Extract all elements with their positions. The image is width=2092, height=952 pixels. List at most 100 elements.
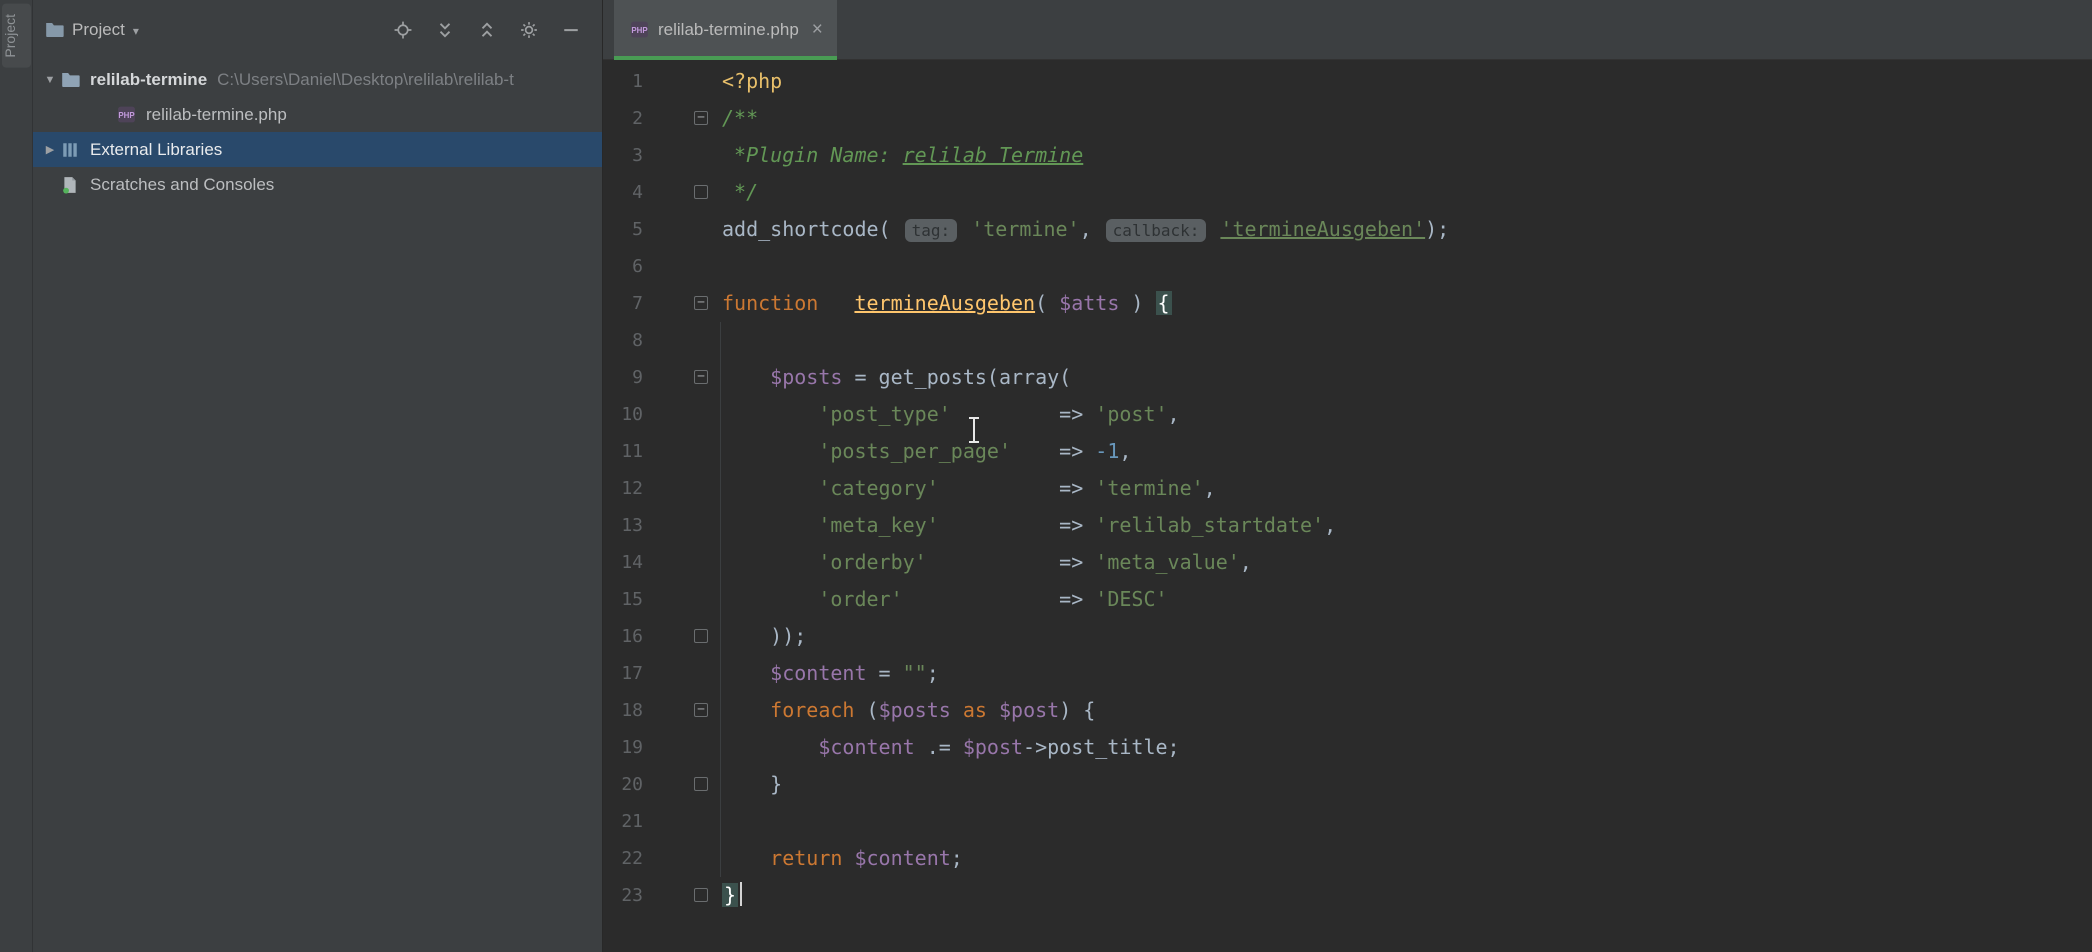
code-line-9[interactable]: 9− $posts = get_posts(array(	[603, 359, 2092, 396]
gutter[interactable]: 17	[603, 655, 714, 692]
code-line-14[interactable]: 14 'orderby' => 'meta_value',	[603, 544, 2092, 581]
code-line-6[interactable]: 6	[603, 248, 2092, 285]
gutter[interactable]: 8	[603, 322, 714, 359]
project-tool-window-tab[interactable]: Project	[2, 4, 31, 68]
code-line-2[interactable]: 2−/**	[603, 100, 2092, 137]
line-number: 8	[632, 322, 643, 359]
chevron-down-icon[interactable]: ▾	[133, 22, 139, 38]
tree-item-relilab-termine[interactable]: ▼relilab-termineC:\Users\Daniel\Desktop\…	[33, 62, 602, 97]
gutter[interactable]: 15	[603, 581, 714, 618]
gutter[interactable]: 19	[603, 729, 714, 766]
collapse-all-icon[interactable]	[478, 21, 496, 39]
gutter[interactable]: 1	[603, 63, 714, 100]
editor-tab-bar: PHPrelilab-termine.php×	[603, 0, 2092, 60]
gutter[interactable]: 12	[603, 470, 714, 507]
fold-start-icon[interactable]: −	[694, 296, 708, 310]
line-number: 5	[632, 211, 643, 248]
code-text: $content = "";	[714, 655, 939, 692]
fold-start-icon[interactable]: −	[694, 703, 708, 717]
code-line-16[interactable]: 16 ));	[603, 618, 2092, 655]
line-number: 9	[632, 359, 643, 396]
gutter[interactable]: 7−	[603, 285, 714, 322]
code-line-1[interactable]: 1<?php	[603, 63, 2092, 100]
code-line-4[interactable]: 4 */	[603, 174, 2092, 211]
line-number: 18	[621, 692, 643, 729]
gutter[interactable]: 14	[603, 544, 714, 581]
code-line-7[interactable]: 7−function termineAusgeben( $atts ) {	[603, 285, 2092, 322]
gutter[interactable]: 3	[603, 137, 714, 174]
tree-expand-arrow-icon[interactable]: ▼	[39, 74, 61, 86]
fold-end-icon[interactable]	[694, 888, 708, 902]
settings-gear-icon[interactable]	[520, 21, 538, 39]
code-line-23[interactable]: 23}	[603, 877, 2092, 914]
gutter[interactable]: 22	[603, 840, 714, 877]
project-panel-title[interactable]: Project	[72, 20, 125, 40]
code-line-17[interactable]: 17 $content = "";	[603, 655, 2092, 692]
line-number: 2	[632, 100, 643, 137]
locate-icon[interactable]	[394, 21, 412, 39]
gutter[interactable]: 13	[603, 507, 714, 544]
code-line-20[interactable]: 20 }	[603, 766, 2092, 803]
code-text: add_shortcode( tag: 'termine', callback:…	[714, 211, 1449, 248]
code-line-19[interactable]: 19 $content .= $post->post_title;	[603, 729, 2092, 766]
tree-expand-arrow-icon[interactable]: ▶	[39, 143, 61, 156]
code-line-8[interactable]: 8	[603, 322, 2092, 359]
tree-item-external-libraries[interactable]: ▶ External Libraries	[33, 132, 602, 167]
gutter[interactable]: 10	[603, 396, 714, 433]
code-line-21[interactable]: 21	[603, 803, 2092, 840]
code-line-18[interactable]: 18 − foreach ($posts as $post) {	[603, 692, 2092, 729]
code-line-12[interactable]: 12 'category' => 'termine',	[603, 470, 2092, 507]
ide-window: Project Project ▾ ▼relilab-termineC:\Use…	[0, 0, 2092, 952]
code-line-3[interactable]: 3 *Plugin Name: relilab Termine	[603, 137, 2092, 174]
tree-item-label: External Libraries	[90, 140, 222, 160]
line-number: 19	[621, 729, 643, 766]
tree-item-label: relilab-termine.php	[146, 105, 287, 125]
gutter[interactable]: 11	[603, 433, 714, 470]
code-text: 'orderby' => 'meta_value',	[714, 544, 1252, 581]
code-line-22[interactable]: 22 return $content;	[603, 840, 2092, 877]
gutter[interactable]: 2−	[603, 100, 714, 137]
tree-item-path: C:\Users\Daniel\Desktop\relilab\relilab-…	[217, 70, 514, 90]
code-text: ));	[714, 618, 806, 655]
fold-start-icon[interactable]: −	[694, 111, 708, 125]
fold-end-icon[interactable]	[694, 777, 708, 791]
gutter[interactable]: 6	[603, 248, 714, 285]
tab-label: relilab-termine.php	[658, 20, 799, 40]
fold-end-icon[interactable]	[694, 185, 708, 199]
code-text: */	[714, 174, 758, 211]
code-line-11[interactable]: 11 'posts_per_page' => -1,	[603, 433, 2092, 470]
code-text: foreach ($posts as $post) {	[714, 692, 1095, 729]
code-text: *Plugin Name: relilab Termine	[714, 137, 1083, 174]
gutter[interactable]: 23	[603, 877, 714, 914]
gutter[interactable]: 18 −	[603, 692, 714, 729]
code-line-13[interactable]: 13 'meta_key' => 'relilab_startdate',	[603, 507, 2092, 544]
gutter[interactable]: 21	[603, 803, 714, 840]
project-panel: Project ▾ ▼relilab-termineC:\Users\Danie…	[33, 0, 603, 952]
close-tab-icon[interactable]: ×	[812, 20, 823, 39]
code-line-10[interactable]: 10 'post_type' => 'post',	[603, 396, 2092, 433]
fold-end-icon[interactable]	[694, 629, 708, 643]
code-text: 'order' => 'DESC'	[714, 581, 1168, 618]
gutter[interactable]: 9−	[603, 359, 714, 396]
tree-item-scratches-and-consoles[interactable]: Scratches and Consoles	[33, 167, 602, 202]
line-number: 12	[621, 470, 643, 507]
gutter[interactable]: 5	[603, 211, 714, 248]
hide-panel-icon[interactable]	[562, 21, 580, 39]
folder-icon	[61, 70, 81, 89]
code-line-15[interactable]: 15 'order' => 'DESC'	[603, 581, 2092, 618]
gutter[interactable]: 20	[603, 766, 714, 803]
fold-start-icon[interactable]: −	[694, 370, 708, 384]
gutter[interactable]: 4	[603, 174, 714, 211]
gutter[interactable]: 16	[603, 618, 714, 655]
expand-all-icon[interactable]	[436, 21, 454, 39]
code-text	[714, 248, 722, 285]
code-line-5[interactable]: 5 add_shortcode( tag: 'termine', callback…	[603, 211, 2092, 248]
project-tree: ▼relilab-termineC:\Users\Daniel\Desktop\…	[33, 60, 602, 952]
line-number: 6	[632, 248, 643, 285]
code-text: function termineAusgeben( $atts ) {	[714, 285, 1172, 322]
editor-lines: 1<?php2−/**3 *Plugin Name: relilab Termi…	[603, 60, 2092, 914]
tree-item-relilab-termine-php[interactable]: PHPrelilab-termine.php	[33, 97, 602, 132]
tab-relilab-termine-php[interactable]: PHPrelilab-termine.php×	[614, 0, 837, 59]
line-number: 23	[621, 877, 643, 914]
code-editor[interactable]: 1<?php2−/**3 *Plugin Name: relilab Termi…	[603, 60, 2092, 952]
